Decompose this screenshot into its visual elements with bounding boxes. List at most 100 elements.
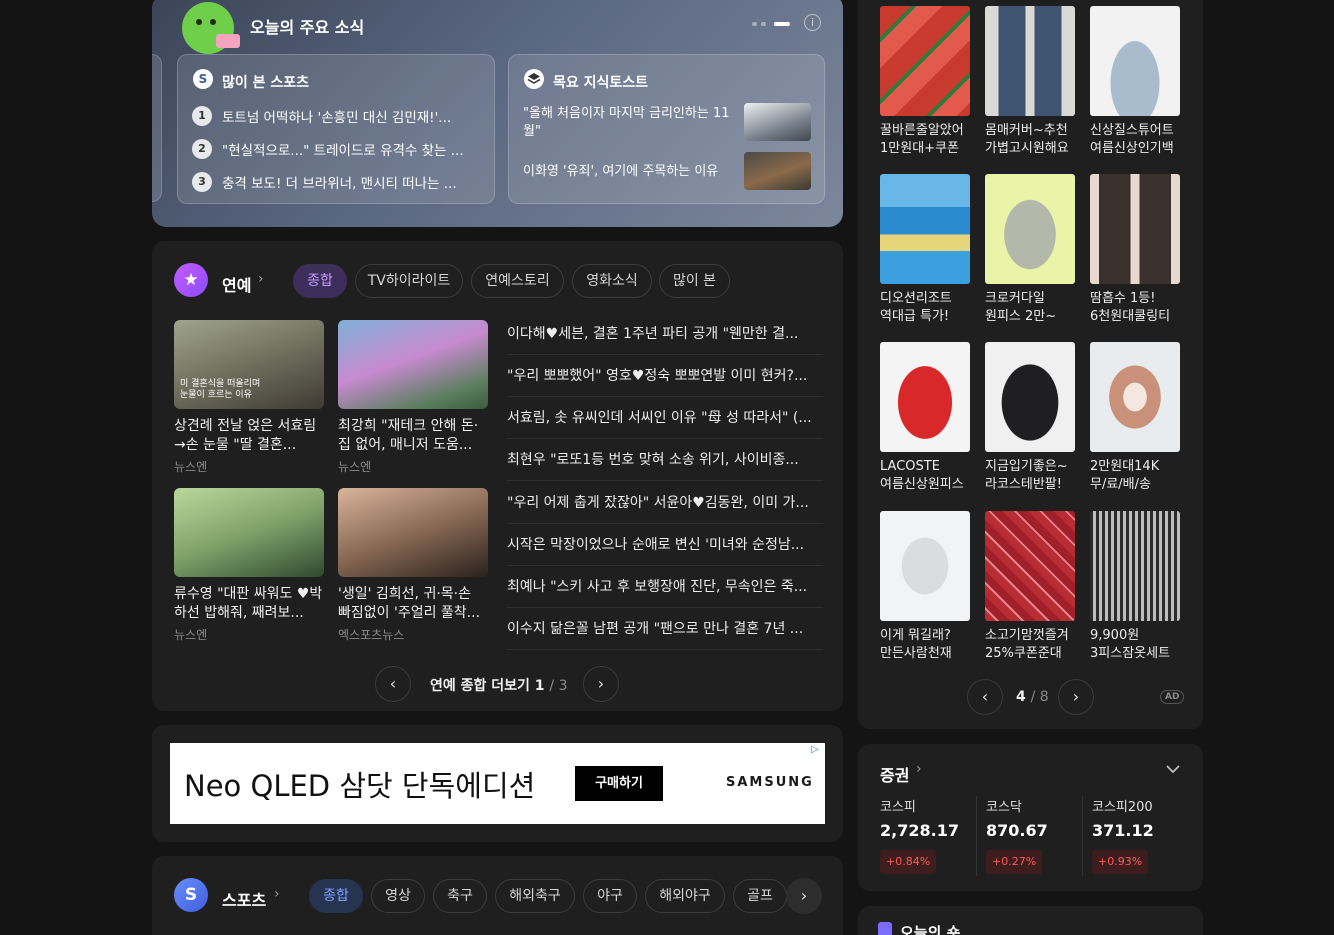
next-page-button[interactable]: › [583,666,619,702]
product-card[interactable]: 디오션리조트 역대급 특가! [880,174,972,326]
product-card[interactable]: 소고기맘껏즐겨 25%쿠폰준대 [985,511,1077,663]
knowledge-item[interactable]: 이화영 '유죄', 여기에 주목하는 이유 [523,163,737,181]
info-icon[interactable]: i [804,14,821,31]
tshirt-image[interactable] [1090,174,1180,284]
product-card[interactable]: 땀흡수 1등! 6천원대쿨링티 [1090,174,1182,326]
news-caption[interactable]: 상견례 전날 얹은 서효림→손 눈물 "딸 결혼... [174,417,324,455]
product-title[interactable]: 소고기맘껏즐겨 [985,627,1077,645]
news-caption[interactable]: '생일' 김희선, 귀·목·손 빠짐없이 '주얼리 풀착... [338,585,488,623]
shorts-title[interactable]: 오늘의 숏 [900,922,960,935]
headline-item[interactable]: 시작은 막장이었으나 순애로 변신 '미녀와 순정남... [507,524,823,566]
building-thumbnail[interactable] [744,103,811,141]
news-card[interactable]: 미 결혼식을 떠올리며 눈물이 흐르는 이유 상견례 전날 얹은 서효림→손 눈… [174,320,324,475]
product-subtitle[interactable]: 역대급 특가! [880,308,972,326]
tab-baseball[interactable]: 야구 [583,879,637,913]
ad-text[interactable]: Neo QLED 삼닷 단독에디션 [184,763,535,805]
rank-headline[interactable]: 토트넘 어떡하나 '손흥민 대신 김민재!'... [222,106,451,126]
product-subtitle[interactable]: 가볍고시원해요 [985,140,1077,158]
headline-item[interactable]: 최예나 "스키 사고 후 보행장애 진단, 무속인은 죽... [507,566,823,608]
stock-item[interactable]: 코스피 2,728.17 +0.84% [880,796,976,874]
rank-headline[interactable]: 충격 보도! 더 브라위너, 맨시티 떠나는 ... [222,172,457,192]
product-title[interactable]: LACOSTE [880,458,972,476]
product-title[interactable]: 디오션리조트 [880,290,972,308]
product-title[interactable]: 몸매커버~추천 [985,122,1077,140]
product-subtitle[interactable]: 라코스테반팔! [985,476,1077,494]
chevron-right-icon[interactable]: › [274,886,280,902]
tab-video[interactable]: 영상 [371,879,425,913]
product-card[interactable]: 신상질스튜어트 여름신상인기백 [1090,6,1182,158]
carousel-dots[interactable] [752,22,792,26]
watermelon-image[interactable] [880,6,970,116]
tab-all[interactable]: 종합 [293,264,347,298]
product-title[interactable]: 신상질스튜어트 [1090,122,1182,140]
product-subtitle[interactable]: 6천원대쿨링티 [1090,308,1182,326]
news-caption[interactable]: 류수영 "대판 싸워도 ♥박하선 밥해줘, 째려보... [174,585,324,623]
news-card[interactable]: 류수영 "대판 싸워도 ♥박하선 밥해줘, 째려보... 뉴스엔 [174,488,324,643]
product-card[interactable]: 9,900원 3피스잠옷세트 [1090,511,1182,663]
news-thumbnail[interactable] [744,152,811,190]
stock-item[interactable]: 코스닥 870.67 +0.27% [986,796,1082,874]
product-subtitle[interactable]: 원피스 2만~ [985,308,1077,326]
chevron-right-icon[interactable]: › [916,761,922,777]
product-card[interactable]: 크로커다일 원피스 2만~ [985,174,1077,326]
product-subtitle[interactable]: 1만원대+쿠폰 [880,140,972,158]
headline-item[interactable]: 서효림, 솟 유씨인데 서씨인 이유 "母 성 따라서" (... [507,397,823,439]
product-card[interactable]: 꿀바른줄알았어 1만원대+쿠폰 [880,6,972,158]
shop-next-button[interactable]: › [1058,679,1094,715]
headline-item[interactable]: 이수지 닮은꼴 남편 공개 "팬으로 만나 결혼 7년 ... [507,608,823,650]
product-card[interactable]: 2만원대14K 무/료/배/송 [1090,342,1182,494]
prev-card-peek[interactable] [152,54,162,202]
product-card[interactable]: LACOSTE 여름신상원피스 [880,342,972,494]
dress-image[interactable] [985,6,1075,116]
beef-image[interactable] [985,511,1075,621]
product-title[interactable]: 크로커다일 [985,290,1077,308]
tab-movie-news[interactable]: 영화소식 [572,264,652,298]
ad-banner[interactable]: Neo QLED 삼닷 단독에디션 구매하기 SAMSUNG ▷ [170,743,825,824]
product-card[interactable]: 지금입기좋은~ 라코스테반팔! [985,342,1077,494]
buy-button[interactable]: 구매하기 [575,766,663,801]
tab-golf[interactable]: 골프 [733,879,787,913]
tabs-next-button[interactable]: › [786,878,822,914]
product-subtitle[interactable]: 25%쿠폰준대 [985,645,1077,663]
news-photo[interactable] [338,488,488,577]
rank-headline[interactable]: "현실적으로..." 트레이드로 유격수 찾는 ... [222,139,464,159]
product-card[interactable]: 몸매커버~추천 가볍고시원해요 [985,6,1077,158]
product-card[interactable]: 이게 뭐길래? 만든사람천재 [880,511,972,663]
knowledge-toast-card[interactable]: 목요 지식토스트 "올해 처음이자 마지막 금리인하는 11월" 이화영 '유죄… [508,54,825,204]
headline-item[interactable]: "우리 뽀뽀했어" 영호♥정숙 뽀뽀연발 이미 현커?... [507,355,823,397]
tab-soccer[interactable]: 축구 [433,879,487,913]
knowledge-item[interactable]: "올해 처음이자 마지막 금리인하는 11월" [523,105,737,141]
news-card[interactable]: '생일' 김희선, 귀·목·손 빠짐없이 '주얼리 풀착... 엑스포츠뉴스 [338,488,488,643]
product-subtitle[interactable]: 3피스잠옷세트 [1090,645,1182,663]
product-subtitle[interactable]: 여름신상원피스 [880,476,972,494]
bag-image[interactable] [1090,6,1180,116]
expand-icon[interactable] [1164,760,1182,778]
headline-item[interactable]: 최현우 "로또1등 번호 맞혀 소송 위기, 사이비종... [507,439,823,481]
black-tshirt-image[interactable] [985,342,1075,452]
phone-case-image[interactable] [880,511,970,621]
rank-item[interactable]: 3 충격 보도! 더 브라위너, 맨시티 떠나는 ... [192,170,482,194]
news-card[interactable]: 최강희 "재테크 안해 돈·집 없어, 매니저 도움... 뉴스엔 [338,320,488,475]
stock-item[interactable]: 코스피200 371.12 +0.93% [1092,796,1188,874]
product-title[interactable]: 땀흡수 1등! [1090,290,1182,308]
tab-overseas-baseball[interactable]: 해외야구 [645,879,725,913]
tab-ent-story[interactable]: 연예스토리 [471,264,564,298]
headline-item[interactable]: 이다해♥세븐, 결혼 1주년 파티 공개 "웬만한 결... [507,313,823,355]
pajama-image[interactable] [1090,511,1180,621]
prev-page-button[interactable]: ‹ [375,666,411,702]
product-title[interactable]: 꿀바른줄알았어 [880,122,972,140]
red-dress-image[interactable] [880,342,970,452]
product-title[interactable]: 2만원대14K [1090,458,1182,476]
tab-most-viewed[interactable]: 많이 본 [659,264,730,298]
rank-item[interactable]: 1 토트넘 어떡하나 '손흥민 대신 김민재!'... [192,104,482,128]
product-subtitle[interactable]: 무/료/배/송 [1090,476,1182,494]
entertainment-title[interactable]: 연예 [222,272,251,296]
adchoices-icon[interactable]: ▷ [811,744,823,756]
chevron-right-icon[interactable]: › [258,271,264,287]
resort-image[interactable] [880,174,970,284]
onepiece-image[interactable] [985,174,1075,284]
stocks-title[interactable]: 증권 [880,762,909,786]
more-link[interactable]: 연예 종합 더보기 1 / 3 [430,675,568,695]
sports-title[interactable]: 스포츠 [222,887,266,911]
news-photo[interactable] [174,488,324,577]
